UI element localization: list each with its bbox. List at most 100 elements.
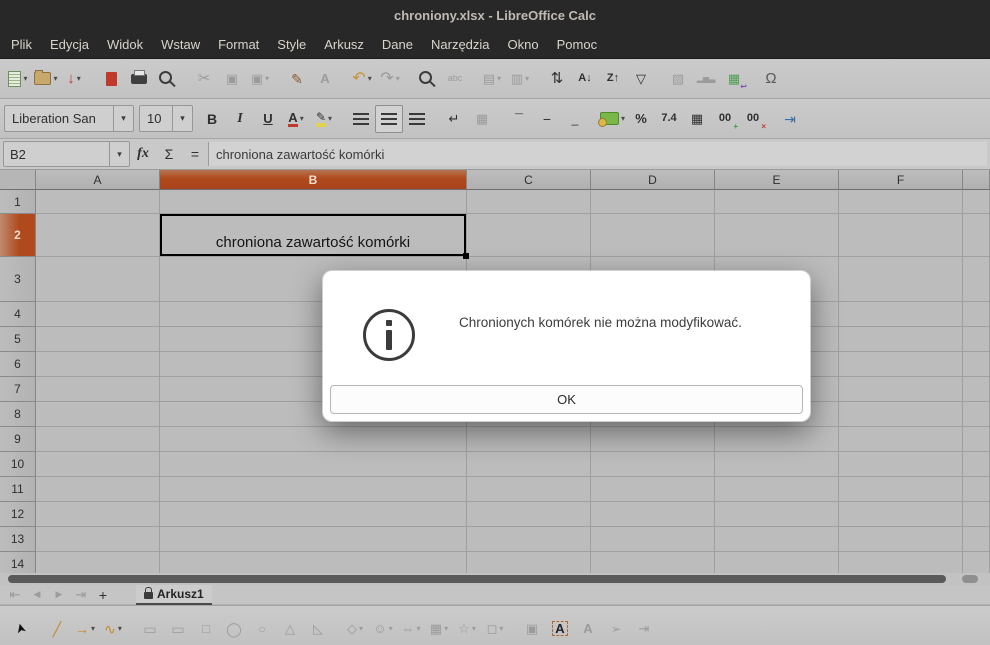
function-wizard-icon[interactable]: fx	[130, 142, 156, 166]
cell-x68[interactable]	[963, 402, 990, 427]
format-number[interactable]: 7.4	[655, 105, 683, 133]
formula-input[interactable]: chroniona zawartość komórki	[208, 142, 987, 166]
format-percent[interactable]: %	[627, 105, 655, 133]
row-header-14[interactable]: 14	[0, 552, 36, 573]
increase-indent[interactable]: ⇥	[776, 105, 804, 133]
col-header-B[interactable]: B	[160, 170, 467, 190]
cell-A12[interactable]	[36, 502, 160, 527]
open-dropdown-icon[interactable]: ▾	[53, 74, 57, 83]
cell-D9[interactable]	[591, 427, 715, 452]
format-currency[interactable]: ▾	[598, 105, 627, 133]
row-header-13[interactable]: 13	[0, 527, 36, 552]
cell-F2[interactable]	[839, 214, 963, 257]
menu-format[interactable]: Format	[209, 31, 268, 58]
italic[interactable]: I	[226, 105, 254, 133]
cell-D12[interactable]	[591, 502, 715, 527]
cell-B12[interactable]	[160, 502, 467, 527]
cell-C12[interactable]	[467, 502, 591, 527]
insert-line[interactable]: ╱	[43, 615, 71, 643]
cell-E9[interactable]	[715, 427, 839, 452]
font-name-select[interactable]: Liberation San ▾	[4, 105, 134, 132]
cell-x611[interactable]	[963, 477, 990, 502]
print-preview[interactable]	[153, 65, 181, 93]
cell-B14[interactable]	[160, 552, 467, 573]
col-header-E[interactable]: E	[715, 170, 839, 190]
menu-style[interactable]: Style	[268, 31, 315, 58]
cell-D11[interactable]	[591, 477, 715, 502]
special-character[interactable]: Ω	[757, 65, 785, 93]
cell-F9[interactable]	[839, 427, 963, 452]
format-currency-dropdown-icon[interactable]: ▾	[621, 114, 625, 123]
cell-F10[interactable]	[839, 452, 963, 477]
insert-curve-dropdown-icon[interactable]: ▾	[118, 624, 122, 633]
font-color[interactable]: A▾	[282, 105, 310, 133]
cell-F8[interactable]	[839, 402, 963, 427]
sum-icon[interactable]: Σ	[156, 142, 182, 166]
cell-B9[interactable]	[160, 427, 467, 452]
cell-x67[interactable]	[963, 377, 990, 402]
cell-A13[interactable]	[36, 527, 160, 552]
find-and-replace[interactable]	[413, 65, 441, 93]
sort[interactable]: ⇅	[543, 65, 571, 93]
row-header-3[interactable]: 3	[0, 257, 36, 302]
menu-edycja[interactable]: Edycja	[41, 31, 98, 58]
align-center[interactable]	[375, 105, 403, 133]
row-header-8[interactable]: 8	[0, 402, 36, 427]
cell-E12[interactable]	[715, 502, 839, 527]
insert-arrow-dropdown-icon[interactable]: ▾	[91, 624, 95, 633]
cell-A14[interactable]	[36, 552, 160, 573]
cell-C11[interactable]	[467, 477, 591, 502]
print[interactable]	[125, 65, 153, 93]
cell-B10[interactable]	[160, 452, 467, 477]
underline[interactable]: U	[254, 105, 282, 133]
insert-curve[interactable]: ∿▾	[99, 615, 127, 643]
cell-D10[interactable]	[591, 452, 715, 477]
equals-icon[interactable]: =	[182, 142, 208, 166]
menu-narze-dzia[interactable]: Narzędzia	[422, 31, 499, 58]
autofilter[interactable]: ▽	[627, 65, 655, 93]
cell-F4[interactable]	[839, 302, 963, 327]
bold[interactable]: B	[198, 105, 226, 133]
undo-dropdown-icon[interactable]: ▾	[368, 74, 372, 83]
format-date[interactable]: ▦	[683, 105, 711, 133]
save[interactable]: ↓▾	[60, 65, 88, 93]
cell-A4[interactable]	[36, 302, 160, 327]
cell-E10[interactable]	[715, 452, 839, 477]
menu-arkusz[interactable]: Arkusz	[315, 31, 373, 58]
add-decimal-place[interactable]: 00+	[711, 105, 739, 133]
cell-F1[interactable]	[839, 190, 963, 214]
col-header-x6[interactable]	[963, 170, 990, 190]
cell-A2[interactable]	[36, 214, 160, 257]
cell-F12[interactable]	[839, 502, 963, 527]
menu-plik[interactable]: Plik	[2, 31, 41, 58]
cell-E1[interactable]	[715, 190, 839, 214]
font-name-dropdown-icon[interactable]: ▾	[113, 106, 133, 131]
col-header-C[interactable]: C	[467, 170, 591, 190]
cell-E2[interactable]	[715, 214, 839, 257]
cell-B11[interactable]	[160, 477, 467, 502]
highlight-color-dropdown-icon[interactable]: ▾	[328, 114, 332, 123]
cell-A11[interactable]	[36, 477, 160, 502]
cell-C1[interactable]	[467, 190, 591, 214]
center-vertically[interactable]: −	[533, 105, 561, 133]
menu-dane[interactable]: Dane	[373, 31, 422, 58]
cell-E11[interactable]	[715, 477, 839, 502]
add-sheet[interactable]: +	[92, 581, 114, 609]
cell-D2[interactable]	[591, 214, 715, 257]
col-header-D[interactable]: D	[591, 170, 715, 190]
selected-cell-B2[interactable]: chroniona zawartość komórki	[160, 214, 467, 257]
cell-A6[interactable]	[36, 352, 160, 377]
name-box-dropdown-icon[interactable]: ▾	[109, 142, 129, 166]
horizontal-scrollbar[interactable]	[0, 573, 990, 585]
open[interactable]: ▾	[32, 65, 60, 93]
cell-C10[interactable]	[467, 452, 591, 477]
cell-A7[interactable]	[36, 377, 160, 402]
delete-decimal-place[interactable]: 00×	[739, 105, 767, 133]
cell-D1[interactable]	[591, 190, 715, 214]
cell-D14[interactable]	[591, 552, 715, 573]
row-header-6[interactable]: 6	[0, 352, 36, 377]
cell-B13[interactable]	[160, 527, 467, 552]
cell-x65[interactable]	[963, 327, 990, 352]
row-header-10[interactable]: 10	[0, 452, 36, 477]
cell-x69[interactable]	[963, 427, 990, 452]
